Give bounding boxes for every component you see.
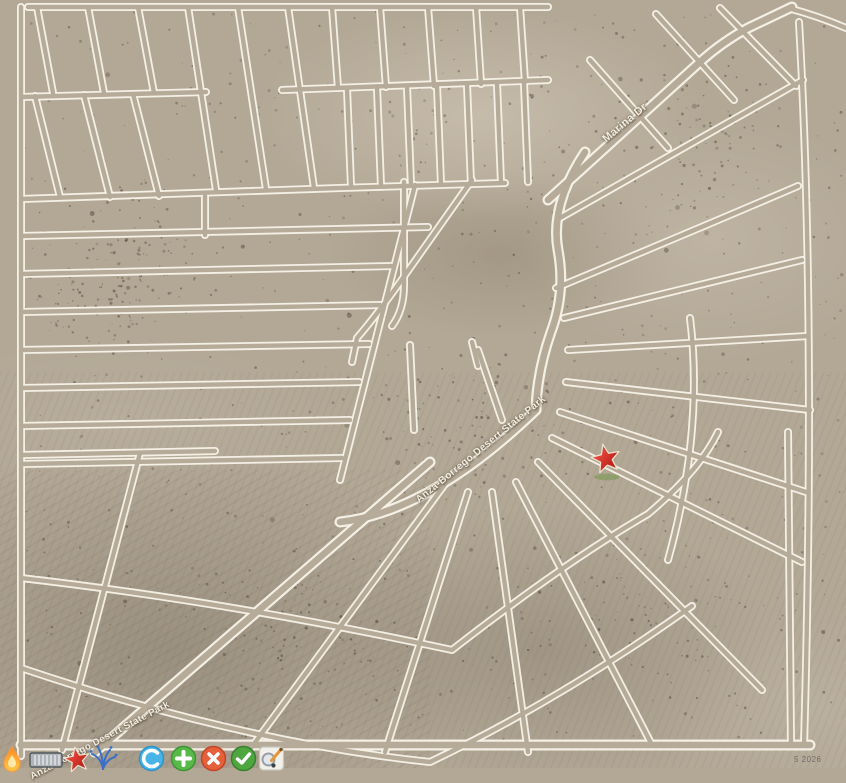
ruler-icon[interactable] bbox=[28, 745, 64, 775]
satellite-map[interactable]: Marina Dr Anza-Borrego Desert State Park… bbox=[0, 0, 846, 768]
marker-shadow bbox=[594, 474, 620, 481]
edit-icon[interactable] bbox=[258, 745, 294, 775]
refresh-icon[interactable] bbox=[138, 745, 174, 775]
road-network bbox=[0, 0, 846, 768]
red-star-marker[interactable] bbox=[586, 438, 628, 482]
fireworks-icon[interactable] bbox=[88, 745, 124, 775]
